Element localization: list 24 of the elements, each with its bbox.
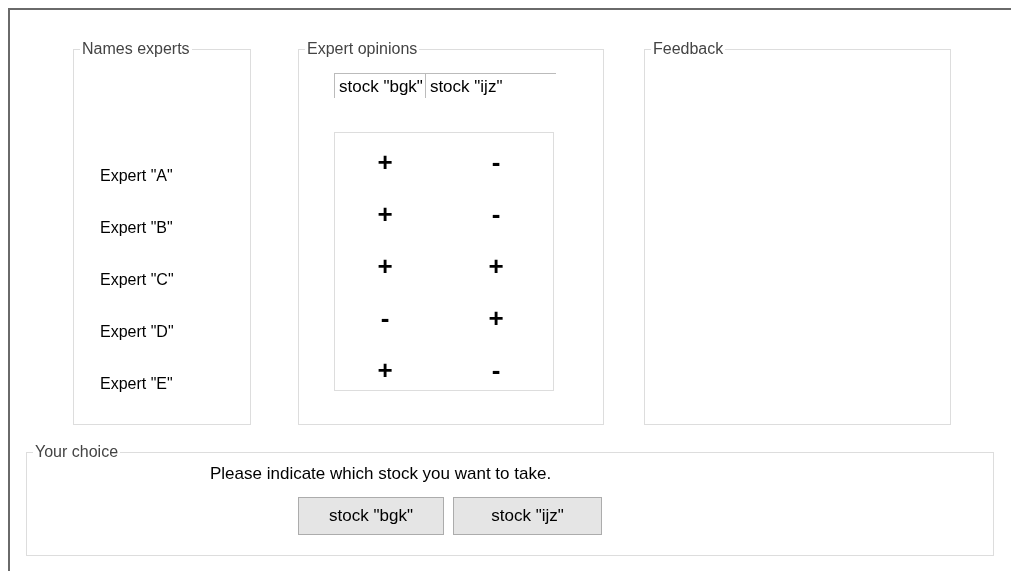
opinion-sign: - xyxy=(490,150,502,174)
opinion-sign: + xyxy=(376,358,394,382)
stock-button[interactable]: stock "bgk" xyxy=(298,497,444,535)
opinion-sign: - xyxy=(379,306,391,330)
prompt-text: Please indicate which stock you want to take. xyxy=(209,463,553,485)
expert-name: Expert "B" xyxy=(100,218,174,238)
stock-button[interactable]: stock "ijz" xyxy=(453,497,602,535)
expert-name: Expert "D" xyxy=(100,322,175,342)
panel-legend: Names experts xyxy=(80,40,192,58)
column-header: stock "bgk" xyxy=(334,74,425,98)
opinion-sign: + xyxy=(487,306,505,330)
opinion-sign: + xyxy=(376,150,394,174)
column-header: stock "ijz" xyxy=(424,74,505,98)
panel-legend: Your choice xyxy=(33,443,121,461)
opinion-sign: + xyxy=(376,202,394,226)
opinion-sign: - xyxy=(490,202,502,226)
panel-legend: Expert opinions xyxy=(305,40,420,58)
opinion-sign: + xyxy=(487,254,505,278)
opinion-sign: + xyxy=(376,254,394,278)
panel-legend: Feedback xyxy=(651,40,726,58)
expert-name: Expert "A" xyxy=(100,166,174,186)
expert-name: Expert "C" xyxy=(100,270,175,290)
expert-name: Expert "E" xyxy=(100,374,174,394)
opinion-sign: - xyxy=(490,358,502,382)
